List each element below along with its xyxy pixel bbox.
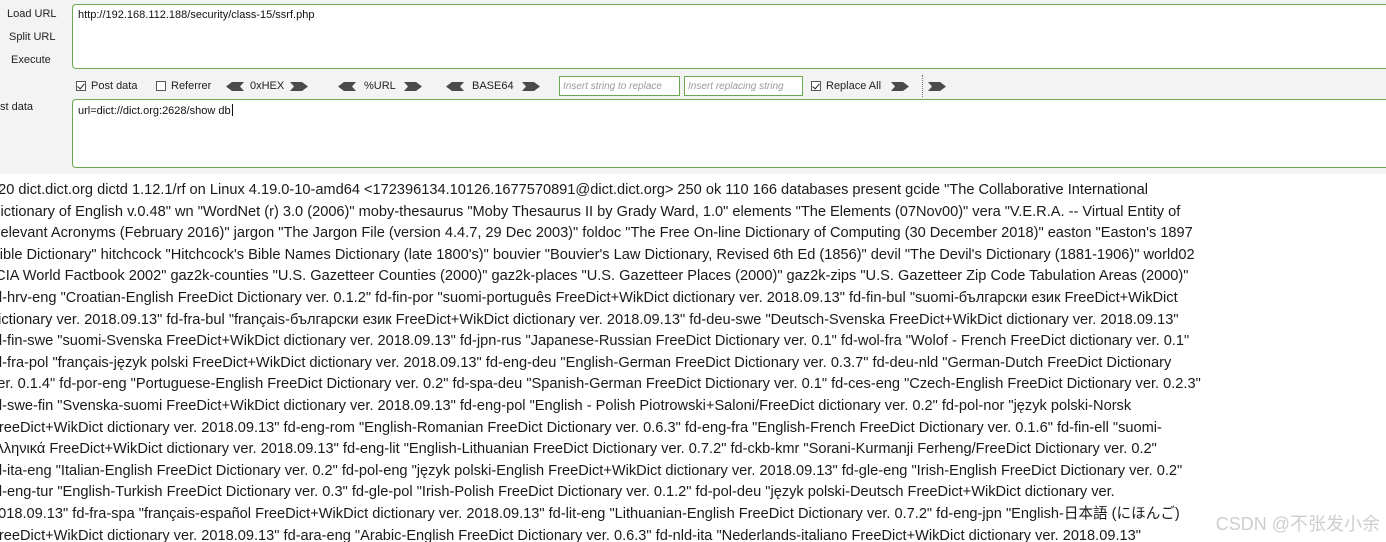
output-line: Relevant Acronyms (February 2016)" jargo… xyxy=(0,225,1193,242)
separator xyxy=(922,75,924,97)
post-data-checkbox[interactable] xyxy=(76,81,86,91)
output-line: fd-fra-pol "français-język polski FreeDi… xyxy=(0,354,1172,371)
referrer-option[interactable]: Referrer xyxy=(156,75,211,97)
response-text: 220 dict.dict.org dictd 1.12.1/rf on Lin… xyxy=(0,180,1386,542)
base64-encoder: BASE64 xyxy=(446,75,540,97)
replace-all-option[interactable]: Replace All xyxy=(811,75,910,97)
text-caret xyxy=(231,104,233,116)
base64-encode-arrow-icon[interactable] xyxy=(521,81,540,91)
output-line: fd-swe-fin "Svenska-suomi FreeDict+WikDi… xyxy=(0,397,1132,414)
output-line: fd-fin-swe "suomi-Svenska FreeDict+WikDi… xyxy=(0,333,1190,350)
referrer-checkbox[interactable] xyxy=(156,81,166,91)
split-url-button[interactable]: Split URL xyxy=(9,31,55,43)
watermark: CSDN @不张发小余 xyxy=(1215,514,1380,534)
response-output: 220 dict.dict.org dictd 1.12.1/rf on Lin… xyxy=(0,180,1386,542)
next-arrow-icon[interactable] xyxy=(928,81,946,91)
post-data-label: Post data xyxy=(91,80,138,92)
url-encode-arrow-icon[interactable] xyxy=(403,81,422,91)
post-data-option[interactable]: Post data xyxy=(76,75,137,97)
url-text: http://192.168.112.188/security/class-15… xyxy=(78,9,315,21)
hackbar-panel: Load URL Split URL Execute http://192.16… xyxy=(0,0,1386,174)
url-encoder: %URL xyxy=(338,75,422,97)
hex-decode-arrow-icon[interactable] xyxy=(226,81,244,91)
replace-all-checkbox[interactable] xyxy=(811,81,821,91)
hex-encoder: 0xHEX xyxy=(226,75,309,97)
post-data-side-label: st data xyxy=(0,101,34,113)
output-line: Bible Dictionary" hitchcock "Hitchcock's… xyxy=(0,246,1195,263)
output-line: FreeDict+WikDict dictionary ver. 2018.09… xyxy=(0,527,1141,542)
execute-button[interactable]: Execute xyxy=(11,54,51,66)
output-line: "CIA World Factbook 2002" gaz2k-counties… xyxy=(0,268,1189,285)
hex-encode-arrow-icon[interactable] xyxy=(290,81,309,91)
output-line: fd-ita-eng "Italian-English FreeDict Dic… xyxy=(0,462,1183,479)
output-line: dictionary ver. 2018.09.13" fd-fra-bul "… xyxy=(0,311,1179,328)
post-data-text: url=dict://dict.org:2628/show db xyxy=(78,105,231,117)
hex-label: 0xHEX xyxy=(250,80,285,92)
replace-string-input[interactable] xyxy=(559,76,680,96)
replace-arrow-icon[interactable] xyxy=(891,81,910,91)
replace-all-label: Replace All xyxy=(826,80,882,92)
url-decode-arrow-icon[interactable] xyxy=(338,81,356,91)
replacing-string-input[interactable] xyxy=(684,76,803,96)
referrer-label: Referrer xyxy=(171,80,212,92)
url-label: %URL xyxy=(364,80,396,92)
post-data-input[interactable]: url=dict://dict.org:2628/show db xyxy=(72,99,1386,168)
output-line: 2018.09.13" fd-fra-spa "français-español… xyxy=(0,505,1180,522)
load-url-button[interactable]: Load URL xyxy=(7,8,57,20)
output-line: Dictionary of English v.0.48" wn "WordNe… xyxy=(0,203,1181,220)
base64-label: BASE64 xyxy=(472,80,514,92)
output-line: 220 dict.dict.org dictd 1.12.1/rf on Lin… xyxy=(0,182,1149,198)
output-line: ver. 0.1.4" fd-por-eng "Portuguese-Engli… xyxy=(0,376,1201,393)
output-line: fd-eng-tur "English-Turkish FreeDict Dic… xyxy=(0,484,1115,501)
extra-arrow[interactable] xyxy=(928,75,946,97)
base64-decode-arrow-icon[interactable] xyxy=(446,81,464,91)
url-input[interactable]: http://192.168.112.188/security/class-15… xyxy=(72,4,1386,69)
output-line: fd-hrv-eng "Croatian-English FreeDict Di… xyxy=(0,289,1178,306)
output-line: FreeDict+WikDict dictionary ver. 2018.09… xyxy=(0,419,1162,436)
output-line: ελληνικά FreeDict+WikDict dictionary ver… xyxy=(0,441,1157,458)
